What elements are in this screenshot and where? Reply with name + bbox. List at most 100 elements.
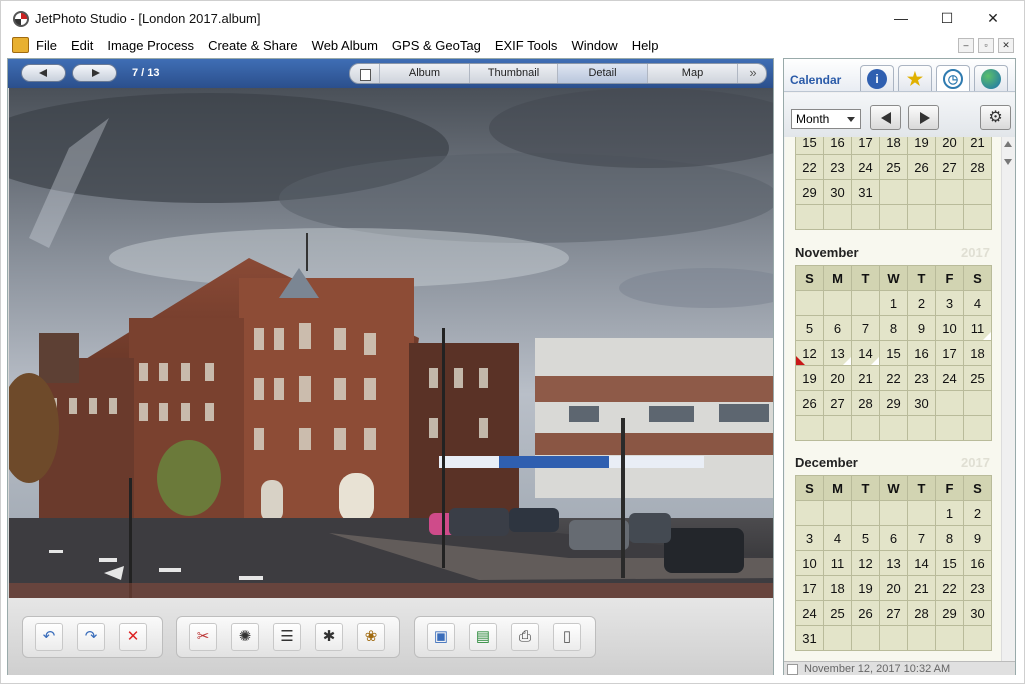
calendar-day-cell[interactable]: 12 xyxy=(795,340,824,366)
calendar-day-cell[interactable]: 21 xyxy=(907,575,936,601)
calendar-day-cell[interactable]: 15 xyxy=(795,137,824,155)
calendar-day-cell[interactable]: 28 xyxy=(907,600,936,626)
calendar-day-cell[interactable]: 8 xyxy=(879,315,908,341)
mdi-restore-button[interactable]: ▫ xyxy=(978,38,994,53)
calendar-day-cell[interactable]: 30 xyxy=(823,179,852,205)
calendar-day-cell[interactable]: 12 xyxy=(851,550,880,576)
calendar-day-cell[interactable]: 11 xyxy=(963,315,992,341)
calendar-day-cell[interactable]: 17 xyxy=(795,575,824,601)
calendar-day-cell[interactable]: 10 xyxy=(795,550,824,576)
calendar-day-cell[interactable]: 29 xyxy=(935,600,964,626)
main-photo[interactable] xyxy=(9,88,773,598)
calendar-day-cell[interactable]: 25 xyxy=(963,365,992,391)
calendar-day-cell[interactable]: 16 xyxy=(963,550,992,576)
calendar-day-cell[interactable]: 1 xyxy=(879,290,908,316)
more-tabs-button[interactable]: » xyxy=(740,64,766,83)
calendar-day-cell[interactable]: 23 xyxy=(963,575,992,601)
calendar-day-cell[interactable]: 29 xyxy=(795,179,824,205)
calendar-day-cell[interactable]: 18 xyxy=(879,137,908,155)
album-menu-icon[interactable] xyxy=(12,37,29,53)
menu-help[interactable]: Help xyxy=(632,38,659,53)
map-tab[interactable] xyxy=(974,65,1008,91)
calendar-day-cell[interactable]: 17 xyxy=(851,137,880,155)
calendar-scrollbar[interactable] xyxy=(1001,137,1014,661)
calendar-day-cell[interactable]: 15 xyxy=(935,550,964,576)
next-photo-button[interactable] xyxy=(72,64,117,82)
calendar-day-cell[interactable]: 13 xyxy=(879,550,908,576)
slideshow-button[interactable]: ▣ xyxy=(427,623,455,651)
calendar-day-cell[interactable]: 4 xyxy=(963,290,992,316)
undo-button[interactable]: ↶ xyxy=(35,623,63,651)
calendar-day-cell[interactable]: 29 xyxy=(879,390,908,416)
info-tab[interactable]: i xyxy=(860,65,894,91)
calendar-day-cell[interactable]: 6 xyxy=(823,315,852,341)
tab-album[interactable]: Album xyxy=(380,64,470,83)
photo-info-tab-icon[interactable] xyxy=(350,64,380,83)
calendar-day-cell[interactable]: 26 xyxy=(907,154,936,180)
calendar-prev-button[interactable] xyxy=(870,105,901,130)
calendar-day-cell[interactable]: 7 xyxy=(907,525,936,551)
calendar-day-cell[interactable]: 7 xyxy=(851,315,880,341)
calendar-day-cell[interactable]: 21 xyxy=(963,137,992,155)
calendar-day-cell[interactable]: 30 xyxy=(963,600,992,626)
calendar-day-cell[interactable]: 19 xyxy=(907,137,936,155)
menu-exif-tools[interactable]: EXIF Tools xyxy=(495,38,558,53)
calendar-day-cell[interactable]: 14 xyxy=(907,550,936,576)
calendar-day-cell[interactable]: 10 xyxy=(935,315,964,341)
calendar-day-cell[interactable]: 27 xyxy=(823,390,852,416)
print-button[interactable]: ⎙ xyxy=(511,623,539,651)
menu-file[interactable]: File xyxy=(36,38,57,53)
calendar-day-cell[interactable]: 20 xyxy=(823,365,852,391)
calendar-day-cell[interactable]: 16 xyxy=(907,340,936,366)
calendar-day-cell[interactable]: 9 xyxy=(963,525,992,551)
scroll-up-arrow[interactable] xyxy=(1004,141,1012,147)
calendar-day-cell[interactable]: 3 xyxy=(935,290,964,316)
calendar-day-cell[interactable]: 4 xyxy=(823,525,852,551)
menu-edit[interactable]: Edit xyxy=(71,38,93,53)
calendar-day-cell[interactable]: 22 xyxy=(879,365,908,391)
tab-map[interactable]: Map xyxy=(648,64,738,83)
favorites-tab[interactable]: ★ xyxy=(898,65,932,91)
effect-button[interactable]: ❀ xyxy=(357,623,385,651)
mobile-button[interactable]: ▯ xyxy=(553,623,581,651)
calendar-day-cell[interactable]: 18 xyxy=(963,340,992,366)
view-mode-select[interactable]: Month xyxy=(791,109,861,129)
calendar-day-cell[interactable]: 31 xyxy=(851,179,880,205)
calendar-day-cell[interactable]: 30 xyxy=(907,390,936,416)
calendar-day-cell[interactable]: 26 xyxy=(851,600,880,626)
crop-button[interactable]: ✂ xyxy=(189,623,217,651)
filter-button[interactable]: ✱ xyxy=(315,623,343,651)
scroll-down-arrow[interactable] xyxy=(1004,159,1012,165)
calendar-day-cell[interactable]: 23 xyxy=(907,365,936,391)
calendar-day-cell[interactable]: 27 xyxy=(879,600,908,626)
calendar-day-cell[interactable]: 23 xyxy=(823,154,852,180)
calendar-day-cell[interactable]: 14 xyxy=(851,340,880,366)
tab-thumbnail[interactable]: Thumbnail xyxy=(470,64,558,83)
menu-image-process[interactable]: Image Process xyxy=(107,38,194,53)
calendar-day-cell[interactable]: 6 xyxy=(879,525,908,551)
calendar-day-cell[interactable]: 8 xyxy=(935,525,964,551)
calendar-tab[interactable]: ◷ xyxy=(936,65,970,91)
calendar-day-cell[interactable]: 31 xyxy=(795,625,824,651)
tab-detail[interactable]: Detail xyxy=(558,64,648,83)
calendar-day-cell[interactable]: 22 xyxy=(935,575,964,601)
mdi-close-button[interactable]: ✕ xyxy=(998,38,1014,53)
calendar-day-cell[interactable]: 2 xyxy=(907,290,936,316)
calendar-day-cell[interactable]: 28 xyxy=(851,390,880,416)
calendar-day-cell[interactable]: 17 xyxy=(935,340,964,366)
mdi-minimize-button[interactable]: – xyxy=(958,38,974,53)
calendar-day-cell[interactable]: 22 xyxy=(795,154,824,180)
calendar-day-cell[interactable]: 3 xyxy=(795,525,824,551)
calendar-day-cell[interactable]: 24 xyxy=(935,365,964,391)
calendar-day-cell[interactable]: 28 xyxy=(963,154,992,180)
maximize-button[interactable]: ☐ xyxy=(924,1,970,35)
calendar-day-cell[interactable]: 18 xyxy=(823,575,852,601)
calendar-day-cell[interactable]: 21 xyxy=(851,365,880,391)
calendar-day-cell[interactable]: 20 xyxy=(935,137,964,155)
calendar-settings-button[interactable]: ⚙ xyxy=(980,105,1011,130)
calendar-day-cell[interactable]: 20 xyxy=(879,575,908,601)
wallpaper-button[interactable]: ▤ xyxy=(469,623,497,651)
calendar-day-cell[interactable]: 2 xyxy=(963,500,992,526)
calendar-day-cell[interactable]: 1 xyxy=(935,500,964,526)
calendar-day-cell[interactable]: 27 xyxy=(935,154,964,180)
